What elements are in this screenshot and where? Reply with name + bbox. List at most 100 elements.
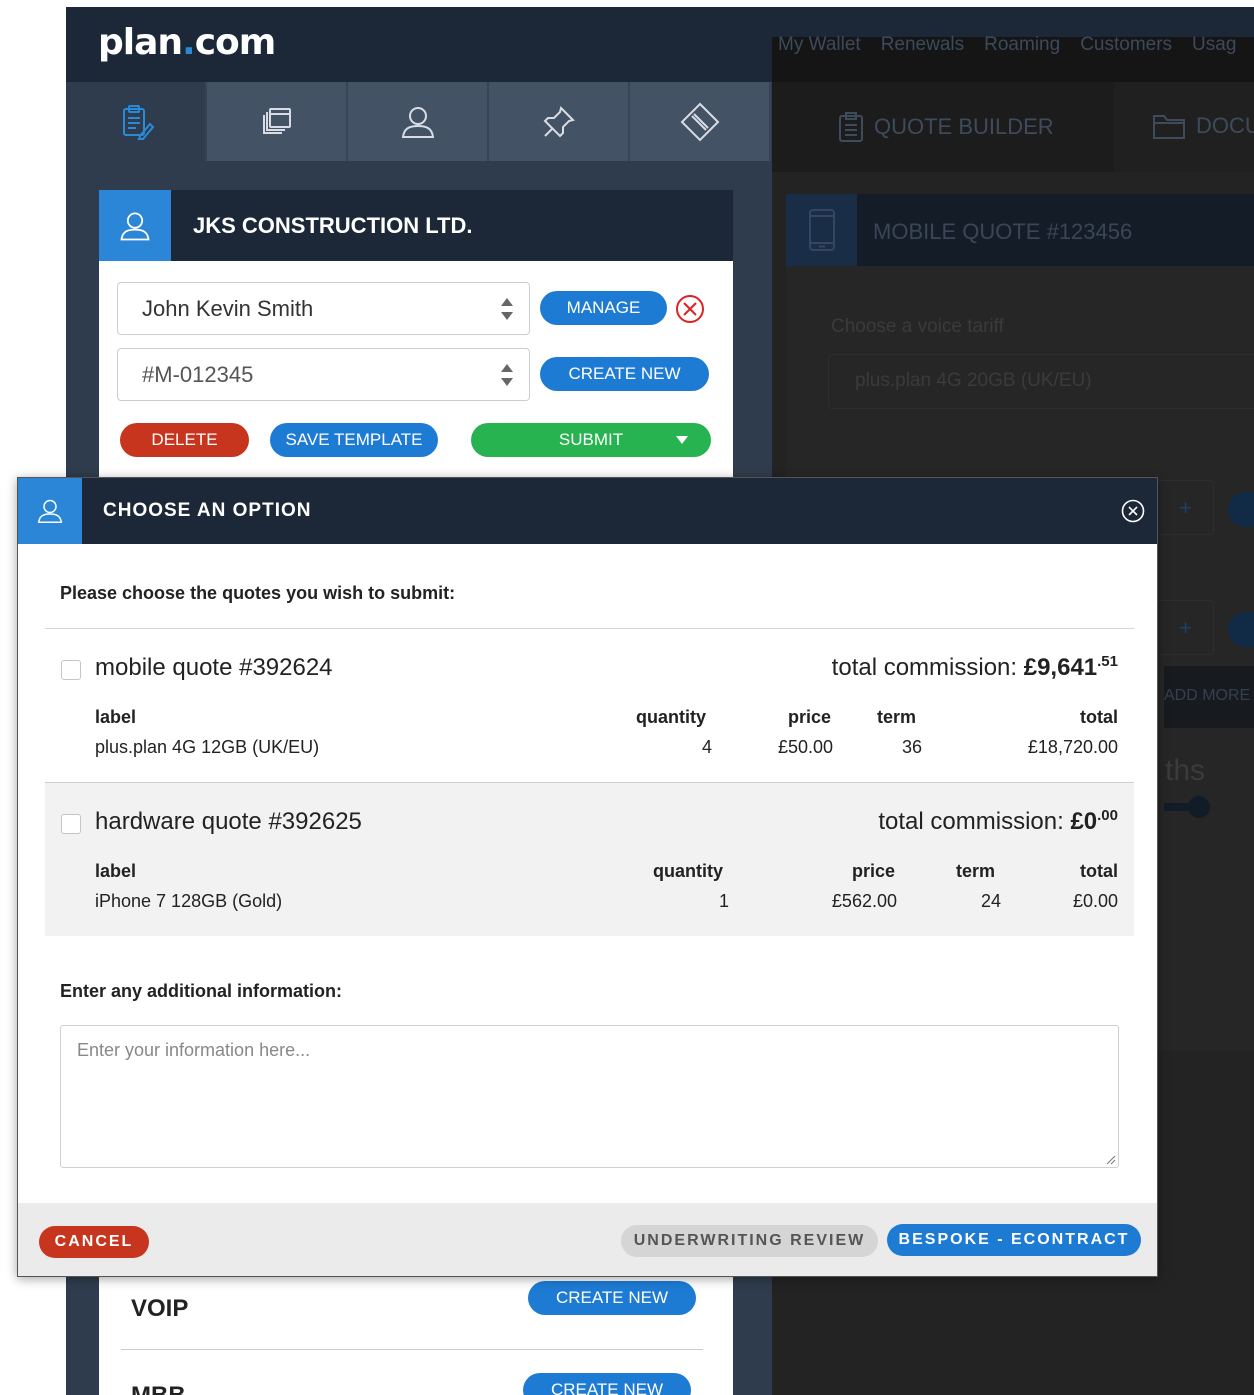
quote-icon [122,104,154,140]
tab-documents[interactable] [207,82,348,161]
logo[interactable]: plan.com [98,22,276,63]
quote-item-mobile: mobile quote #392624 total commission: £… [45,629,1134,782]
chevron-down-icon [676,436,688,444]
add-plus-button[interactable]: + [1157,480,1214,535]
tab-documents[interactable]: DOCU [1152,112,1254,140]
quotes-prompt: Please choose the quotes you wish to sub… [60,583,456,603]
cancel-button[interactable]: CANCEL [39,1226,149,1258]
modal-title: CHOOSE AN OPTION [103,500,312,521]
submit-button[interactable]: SUBMIT [471,423,711,457]
row-label: plus.plan 4G 12GB (UK/EU) [95,737,320,757]
col-header-price: price [852,861,896,881]
mobile-quote-title: MOBILE QUOTE #123456 [873,219,1133,244]
row-total: £0.00 [1072,891,1118,911]
commission-pence: .51 [1097,653,1118,670]
nav-usage[interactable]: Usag [1192,34,1236,56]
create-new-account-button[interactable]: CREATE NEW [540,357,709,391]
company-avatar [99,190,171,261]
pin-icon [543,105,575,137]
company-name: JKS CONSTRUCTION LTD. [193,212,473,238]
ticket-icon [680,102,719,141]
documents-icon [262,107,291,134]
nav-roaming[interactable]: Roaming [984,34,1060,56]
remove-contact-icon[interactable] [675,294,705,324]
col-header-total: total [1080,707,1118,727]
total-commission: total commission: £9,641.51 [832,653,1118,682]
tab-documents-label: DOCU [1196,113,1254,138]
col-header-label: label [95,707,137,727]
quote-checkbox[interactable] [61,814,81,834]
toggle-switch[interactable] [1228,492,1254,527]
row-term: 36 [901,737,922,757]
commission-pence: .00 [1097,807,1118,824]
commission-prefix: total commission: [831,654,1024,681]
commission-prefix: total commission: [878,808,1071,835]
builder-tabs: QUOTE BUILDER DOCU [772,82,1254,172]
tab-quote[interactable] [66,82,207,161]
tab-quote-builder-label: QUOTE BUILDER [874,114,1054,139]
nav-my-wallet[interactable]: My Wallet [778,34,861,56]
close-icon[interactable] [1121,499,1145,523]
nav-customers[interactable]: Customers [1080,34,1172,56]
company-card: JKS CONSTRUCTION LTD. John Kevin Smith M… [99,190,733,490]
bespoke-econtract-button[interactable]: BESPOKE - ECONTRACT [887,1224,1141,1256]
quote-title: mobile quote #392624 [95,654,333,681]
manage-button[interactable]: MANAGE [540,291,667,325]
submit-label: SUBMIT [558,430,624,449]
add-plus-button[interactable]: + [1157,600,1214,655]
divider [121,1349,703,1350]
tab-tickets[interactable] [630,82,771,161]
company-header: JKS CONSTRUCTION LTD. [99,190,733,261]
total-commission: total commission: £0.00 [878,807,1118,836]
toggle-switch[interactable] [1228,612,1254,647]
folder-icon [1153,115,1185,139]
save-template-button[interactable]: SAVE TEMPLATE [270,423,438,457]
contact-select[interactable]: John Kevin Smith [117,282,530,335]
col-header-term: term [877,707,917,727]
account-select-value: #M-012345 [142,361,254,387]
tariff-select[interactable]: plus.plan 4G 20GB (UK/EU) [828,354,1254,409]
products-card: VOIP CREATE NEW MBB CREATE NEW [99,1272,733,1395]
row-term: 24 [980,891,1001,911]
delete-button[interactable]: DELETE [120,423,249,457]
additional-info-textarea[interactable] [60,1025,1119,1168]
clipboard-icon [839,112,863,142]
add-more-button[interactable]: ADD MORE S [1164,666,1254,728]
account-select[interactable]: #M-012345 [117,348,530,401]
quote-title: hardware quote #392625 [95,808,362,835]
icon-tab-bar [66,82,772,161]
user-icon [401,106,434,138]
quote-checkbox[interactable] [61,660,81,680]
create-new-mbb-button[interactable]: CREATE NEW [523,1373,691,1395]
create-new-voip-button[interactable]: CREATE NEW [528,1281,696,1315]
top-nav: My Wallet Renewals Roaming Customers Usa… [778,34,1236,56]
col-header-price: price [788,707,832,727]
row-quantity: 4 [701,737,712,757]
user-icon [37,499,63,523]
resize-grip-icon[interactable] [1106,1155,1116,1165]
nav-renewals[interactable]: Renewals [881,34,964,56]
row-label: iPhone 7 128GB (Gold) [95,891,283,911]
product-mbb-title: MBB [131,1382,186,1395]
info-label: Enter any additional information: [60,981,343,1001]
commission-amount: £0 [1070,808,1098,835]
col-header-quantity: quantity [636,707,706,727]
product-voip-title: VOIP [131,1295,189,1322]
contact-select-value: John Kevin Smith [142,295,314,321]
tab-contacts[interactable] [348,82,489,161]
col-header-term: term [956,861,996,881]
underwriting-review-button[interactable]: UNDERWRITING REVIEW [621,1225,878,1257]
user-icon [120,212,150,240]
choose-option-modal: CHOOSE AN OPTION Please choose the quote… [17,477,1158,1277]
tariff-label: Choose a voice tariff [831,316,1004,337]
commission-amount: £9,641 [1023,654,1098,681]
phone-box [786,194,857,266]
modal-header: CHOOSE AN OPTION [18,478,1157,544]
tab-pins[interactable] [489,82,630,161]
row-price: £562.00 [831,891,897,911]
row-total: £18,720.00 [1027,737,1118,757]
col-header-total: total [1080,861,1118,881]
term-slider-handle[interactable] [1188,796,1210,818]
tab-quote-builder[interactable]: QUOTE BUILDER [838,112,1054,142]
col-header-label: label [95,861,137,881]
